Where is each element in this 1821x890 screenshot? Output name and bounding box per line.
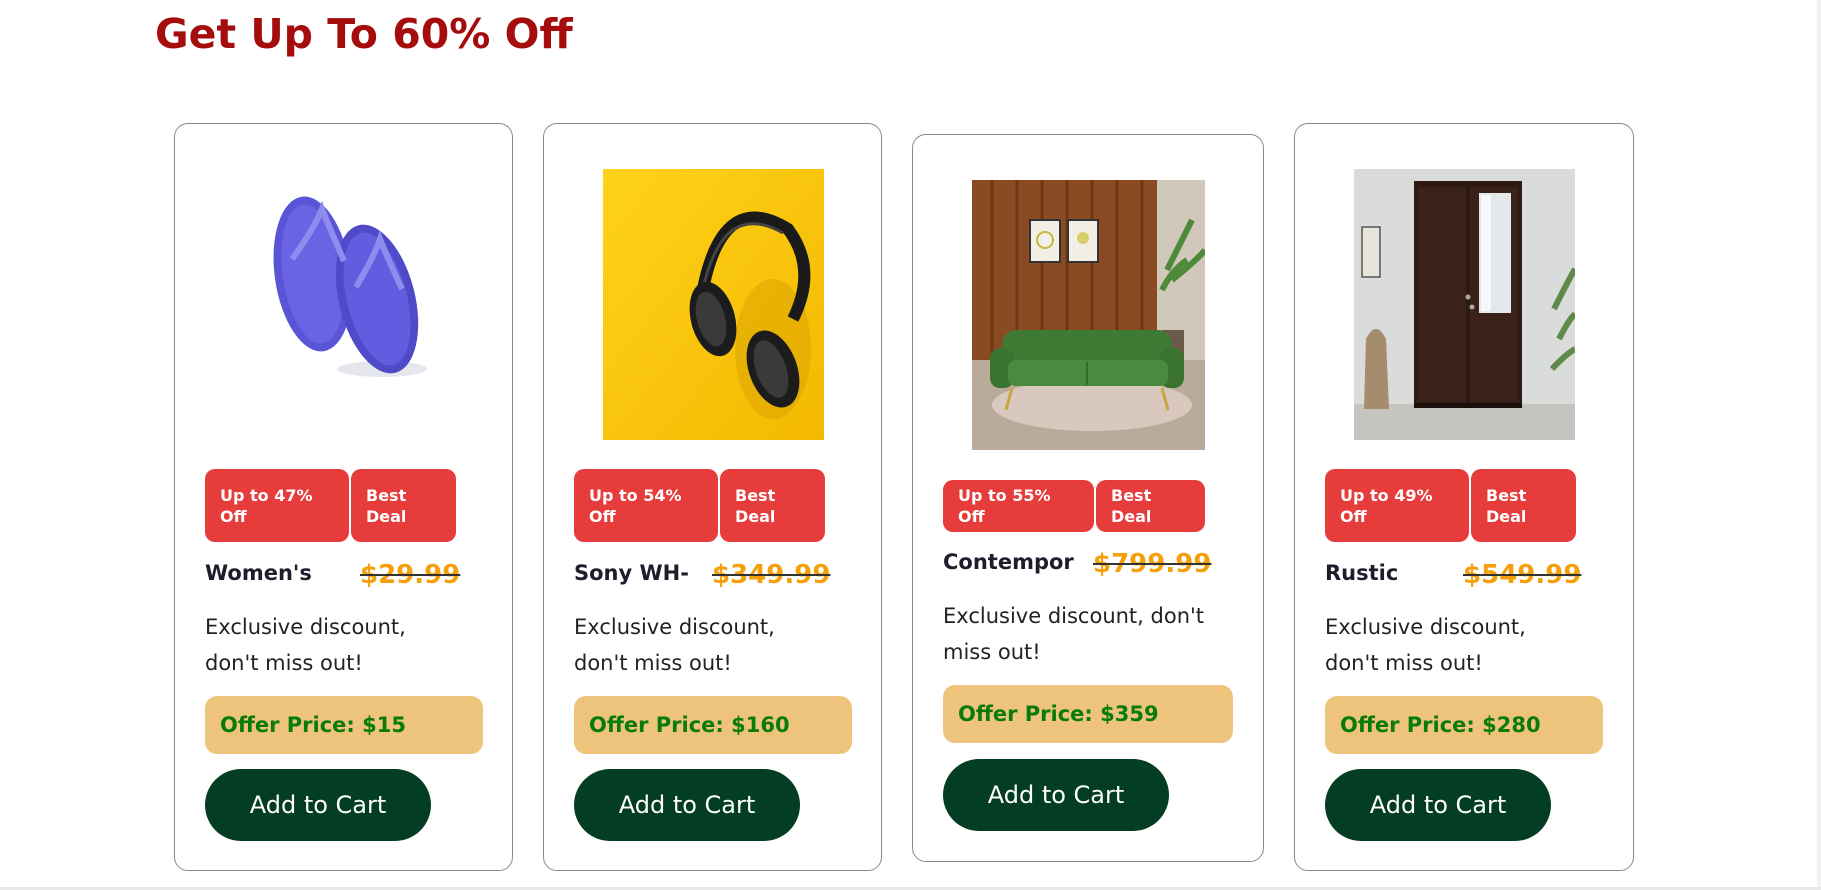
original-price: $799.99 <box>1093 549 1212 579</box>
best-deal-badge: Best Deal <box>1096 480 1205 532</box>
badge-group: Up to 47% Off Best Deal <box>205 469 456 542</box>
scrollbar-track[interactable] <box>1817 0 1821 890</box>
product-name: Women's <box>205 561 312 585</box>
original-price: $29.99 <box>360 560 461 590</box>
original-price: $349.99 <box>712 560 831 590</box>
product-card-wardrobe: Up to 49% Off Best Deal Rustic $549.99 E… <box>1294 123 1634 871</box>
original-price: $549.99 <box>1463 560 1582 590</box>
best-deal-badge: Best Deal <box>1471 469 1576 542</box>
wardrobe-image <box>1354 169 1575 440</box>
badge-group: Up to 54% Off Best Deal <box>574 469 825 542</box>
headphones-image <box>603 169 824 440</box>
offer-price: Offer Price: $15 <box>205 696 483 754</box>
flip-flops-image <box>252 169 438 386</box>
add-to-cart-button[interactable]: Add to Cart <box>1325 769 1551 841</box>
product-description: Exclusive discount, don't miss out! <box>205 615 406 675</box>
discount-badge: Up to 49% Off <box>1325 469 1469 542</box>
best-deal-badge: Best Deal <box>351 469 456 542</box>
discount-badge: Up to 54% Off <box>574 469 718 542</box>
page: Get Up To 60% Off Up to 47% Off Best Dea… <box>0 0 1821 890</box>
discount-badge: Up to 47% Off <box>205 469 349 542</box>
badge-group: Up to 49% Off Best Deal <box>1325 469 1576 542</box>
product-name: Rustic <box>1325 561 1399 585</box>
offer-price: Offer Price: $160 <box>574 696 852 754</box>
sofa-image <box>972 180 1205 450</box>
product-name: Contempor <box>943 550 1074 574</box>
add-to-cart-button[interactable]: Add to Cart <box>574 769 800 841</box>
add-to-cart-button[interactable]: Add to Cart <box>205 769 431 841</box>
product-description: Exclusive discount, don't miss out! <box>1325 615 1526 675</box>
product-description: Exclusive discount, don't miss out! <box>943 604 1205 664</box>
best-deal-badge: Best Deal <box>720 469 825 542</box>
product-name: Sony WH- <box>574 561 689 585</box>
add-to-cart-button[interactable]: Add to Cart <box>943 759 1169 831</box>
page-title: Get Up To 60% Off <box>155 10 573 58</box>
discount-badge: Up to 55% Off <box>943 480 1094 532</box>
offer-price: Offer Price: $359 <box>943 685 1233 743</box>
product-card-headphones: Up to 54% Off Best Deal Sony WH- $349.99… <box>543 123 882 871</box>
product-description: Exclusive discount, don't miss out! <box>574 615 775 675</box>
badge-group: Up to 55% Off Best Deal <box>943 480 1205 532</box>
product-card-flip-flops: Up to 47% Off Best Deal Women's $29.99 E… <box>174 123 513 871</box>
product-card-sofa: Up to 55% Off Best Deal Contempor $799.9… <box>912 134 1264 862</box>
offer-price: Offer Price: $280 <box>1325 696 1603 754</box>
